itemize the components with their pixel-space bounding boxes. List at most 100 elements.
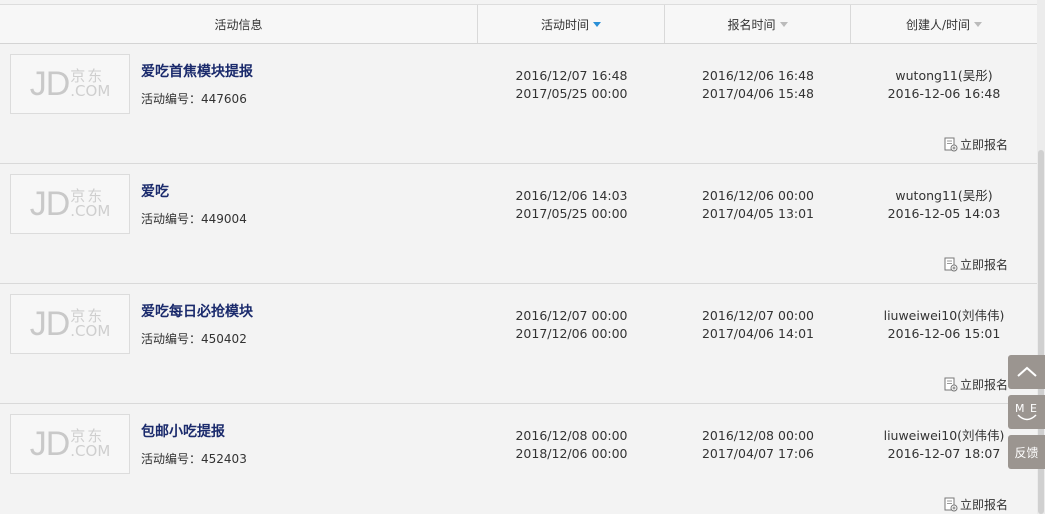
- jd-logo-text: 京东 .COM: [70, 429, 110, 459]
- jd-logo-com: .COM: [70, 202, 111, 220]
- activity-id: 活动编号：449004: [141, 210, 247, 227]
- activity-end: 2017/05/25 00:00: [515, 86, 628, 101]
- activity-id-value: 449004: [201, 212, 247, 226]
- signup-start: 2016/12/06 16:48: [701, 68, 815, 83]
- creator-info: liuweiwei10(刘伟伟) 2016-12-06 15:01: [851, 307, 1037, 343]
- signup-end: 2017/04/05 13:01: [701, 206, 815, 221]
- sort-icon[interactable]: [779, 21, 788, 27]
- signup-now-button[interactable]: 立即报名: [944, 136, 1008, 153]
- created-time: 2016-12-06 16:48: [887, 86, 1001, 101]
- sort-icon[interactable]: [974, 21, 983, 27]
- signup-time: 2016/12/06 00:00 2017/04/05 13:01: [665, 187, 851, 223]
- jd-logo-text: 京东 .COM: [70, 189, 110, 219]
- activity-start: 2016/12/08 00:00: [515, 428, 628, 443]
- signup-end: 2017/04/06 15:48: [701, 86, 815, 101]
- signup-end: 2017/04/06 14:01: [701, 326, 815, 341]
- me-icon: M E: [1015, 403, 1038, 422]
- signup-doc-icon: [944, 137, 958, 152]
- table-row: JD 京东 .COM 爱吃首焦模块提报 活动编号：447606 2016/12/…: [0, 44, 1037, 164]
- activity-id-label: 活动编号：: [141, 92, 202, 106]
- signup-time: 2016/12/06 16:48 2017/04/06 15:48: [665, 67, 851, 103]
- creator-name: wutong11(吴彤): [895, 188, 993, 203]
- me-label: M E: [1015, 401, 1038, 415]
- signup-end: 2017/04/07 17:06: [701, 446, 815, 461]
- sort-desc-icon[interactable]: [593, 21, 601, 27]
- header-signup-time-label[interactable]: 报名时间: [727, 16, 775, 33]
- back-to-top-button[interactable]: [1008, 355, 1045, 389]
- activity-start: 2016/12/06 14:03: [515, 188, 628, 203]
- signup-time: 2016/12/08 00:00 2017/04/07 17:06: [665, 427, 851, 463]
- signup-now-label[interactable]: 立即报名: [960, 256, 1008, 273]
- signup-now-button[interactable]: 立即报名: [944, 376, 1008, 393]
- signup-now-label[interactable]: 立即报名: [960, 136, 1008, 153]
- activity-id-value: 452403: [201, 452, 247, 466]
- table-row: JD 京东 .COM 爱吃 活动编号：449004 2016/12/06 14:…: [0, 164, 1037, 284]
- activity-id-label: 活动编号：: [141, 452, 202, 466]
- jd-logo-mark: JD: [29, 424, 71, 463]
- chevron-up-icon: [1016, 366, 1037, 377]
- activity-end: 2018/12/06 00:00: [515, 446, 628, 461]
- jd-logo-mark: JD: [29, 64, 71, 103]
- creator-name: wutong11(吴彤): [895, 68, 993, 83]
- activity-title-link[interactable]: 包邮小吃提报: [141, 421, 225, 441]
- activity-table: 活动信息 活动时间 报名时间 创建人/时间 JD 京东 .COM 爱吃首焦模块提…: [0, 0, 1037, 514]
- activity-thumbnail[interactable]: JD 京东 .COM: [10, 294, 130, 354]
- activity-id-label: 活动编号：: [141, 332, 202, 346]
- table-header: 活动信息 活动时间 报名时间 创建人/时间: [0, 4, 1037, 44]
- activity-id: 活动编号：447606: [141, 90, 247, 107]
- activity-id-value: 447606: [201, 92, 247, 106]
- activity-thumbnail[interactable]: JD 京东 .COM: [10, 54, 130, 114]
- header-activity-time-label[interactable]: 活动时间: [541, 16, 589, 33]
- feedback-button[interactable]: 反馈: [1008, 435, 1045, 469]
- activity-title-link[interactable]: 爱吃首焦模块提报: [141, 61, 253, 81]
- activity-time: 2016/12/07 00:00 2017/12/06 00:00: [478, 307, 665, 343]
- header-signup-time[interactable]: 报名时间: [665, 5, 851, 43]
- header-activity-info: 活动信息: [0, 5, 478, 43]
- header-activity-time[interactable]: 活动时间: [478, 5, 665, 43]
- activity-time: 2016/12/08 00:00 2018/12/06 00:00: [478, 427, 665, 463]
- header-creator[interactable]: 创建人/时间: [851, 5, 1037, 43]
- signup-start: 2016/12/06 00:00: [701, 188, 815, 203]
- creator-name: liuweiwei10(刘伟伟): [883, 308, 1005, 323]
- created-time: 2016-12-05 14:03: [887, 206, 1001, 221]
- signup-now-button[interactable]: 立即报名: [944, 496, 1008, 513]
- jd-logo-com: .COM: [70, 322, 111, 340]
- creator-info: wutong11(吴彤) 2016-12-05 14:03: [851, 187, 1037, 223]
- signup-now-button[interactable]: 立即报名: [944, 256, 1008, 273]
- activity-id-value: 450402: [201, 332, 247, 346]
- activity-title-link[interactable]: 爱吃: [141, 181, 169, 201]
- activity-thumbnail[interactable]: JD 京东 .COM: [10, 414, 130, 474]
- activity-time: 2016/12/07 16:48 2017/05/25 00:00: [478, 67, 665, 103]
- feedback-label[interactable]: 反馈: [1014, 444, 1038, 461]
- jd-logo-com: .COM: [70, 82, 111, 100]
- signup-now-label[interactable]: 立即报名: [960, 376, 1008, 393]
- activity-id: 活动编号：452403: [141, 450, 247, 467]
- activity-thumbnail[interactable]: JD 京东 .COM: [10, 174, 130, 234]
- activity-title-link[interactable]: 爱吃每日必抢模块: [141, 301, 253, 321]
- signup-start: 2016/12/07 00:00: [701, 308, 815, 323]
- signup-now-label[interactable]: 立即报名: [960, 496, 1008, 513]
- activity-start: 2016/12/07 16:48: [515, 68, 628, 83]
- header-activity-info-label: 活动信息: [214, 17, 263, 32]
- me-button[interactable]: M E: [1008, 395, 1045, 429]
- header-creator-label[interactable]: 创建人/时间: [906, 16, 970, 33]
- signup-doc-icon: [944, 497, 958, 512]
- jd-logo-mark: JD: [29, 304, 71, 343]
- activity-end: 2017/05/25 00:00: [515, 206, 628, 221]
- signup-time: 2016/12/07 00:00 2017/04/06 14:01: [665, 307, 851, 343]
- table-row: JD 京东 .COM 爱吃每日必抢模块 活动编号：450402 2016/12/…: [0, 284, 1037, 404]
- table-row: JD 京东 .COM 包邮小吃提报 活动编号：452403 2016/12/08…: [0, 404, 1037, 514]
- signup-doc-icon: [944, 257, 958, 272]
- created-time: 2016-12-06 15:01: [887, 326, 1001, 341]
- signup-start: 2016/12/08 00:00: [701, 428, 815, 443]
- activity-end: 2017/12/06 00:00: [515, 326, 628, 341]
- jd-logo-mark: JD: [29, 184, 71, 223]
- jd-logo-com: .COM: [70, 442, 111, 460]
- jd-logo-text: 京东 .COM: [70, 309, 110, 339]
- creator-info: wutong11(吴彤) 2016-12-06 16:48: [851, 67, 1037, 103]
- activity-start: 2016/12/07 00:00: [515, 308, 628, 323]
- activity-id: 活动编号：450402: [141, 330, 247, 347]
- jd-logo-text: 京东 .COM: [70, 69, 110, 99]
- activity-id-label: 活动编号：: [141, 212, 202, 226]
- signup-doc-icon: [944, 377, 958, 392]
